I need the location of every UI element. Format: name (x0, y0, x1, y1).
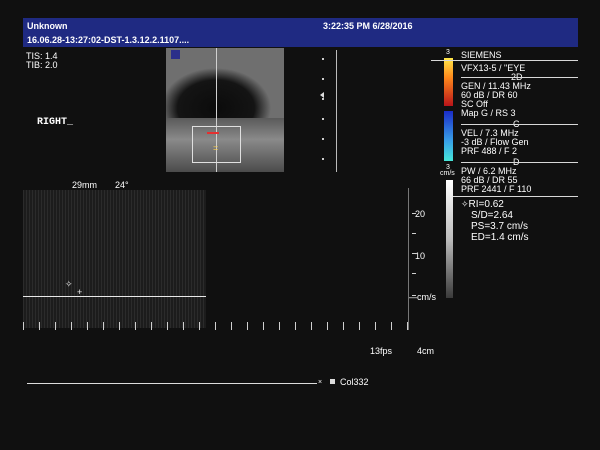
image-edge-line (336, 50, 337, 172)
study-id: 16.06.28-13:27:02-DST-1.3.12.2.1107.... (27, 35, 190, 45)
gate-depth: 29mm (72, 180, 98, 190)
vendor-label: SIEMENS (461, 50, 502, 60)
velocity-20: 20 (415, 209, 426, 219)
prf-doppler-value: PRF 2441 / F 110 (461, 184, 532, 194)
side-label: RIGHT_ (37, 117, 74, 128)
doppler-baseline (23, 296, 206, 297)
angle-correction: 24° (115, 180, 129, 190)
cine-position-handle[interactable] (330, 379, 335, 384)
ri-measurement: ✧RI=0.62 (461, 199, 504, 210)
depth-ruler (322, 50, 324, 172)
focus-marker-icon (320, 92, 324, 98)
cine-end-marker-icon[interactable]: × (318, 378, 322, 388)
tib-index: TIB: 2.0 (26, 60, 58, 70)
scale-line (408, 188, 409, 330)
systolic-cursor-icon[interactable]: ✧ (65, 279, 73, 290)
spectral-doppler: ✧ + (23, 190, 206, 328)
frame-rate: 13fps (370, 346, 393, 356)
ed-measurement: ED=1.4 cm/s (471, 232, 529, 243)
cine-timeline[interactable] (27, 383, 317, 384)
bmode-image: = (166, 48, 284, 172)
ps-measurement: PS=3.7 cm/s (471, 221, 528, 232)
parameter-panel: SIEMENS VFX13-5 / "EYE 2D GEN / 11.43 MH… (431, 48, 578, 198)
probe-orientation-icon (171, 50, 180, 59)
title-bar: Unknown 3:22:35 PM 6/28/2016 16.06.28-13… (23, 18, 578, 47)
sample-gate-icon[interactable]: = (213, 144, 221, 153)
colormap-label: Col332 (340, 377, 369, 387)
exam-datetime: 3:22:35 PM 6/28/2016 (323, 21, 413, 31)
time-ticks (23, 322, 413, 330)
prf-color-value: PRF 488 / F 2 (461, 146, 518, 156)
sd-measurement: S/D=2.64 (471, 210, 513, 221)
velocity-10: 10 (415, 251, 426, 261)
color-flow-red (207, 132, 219, 134)
diastolic-cursor-icon[interactable]: + (77, 287, 82, 297)
velocity-unit: —cm/s (408, 292, 436, 302)
map-value: Map G / RS 3 (461, 108, 516, 118)
image-depth: 4cm (417, 346, 435, 356)
patient-name: Unknown (27, 21, 68, 31)
